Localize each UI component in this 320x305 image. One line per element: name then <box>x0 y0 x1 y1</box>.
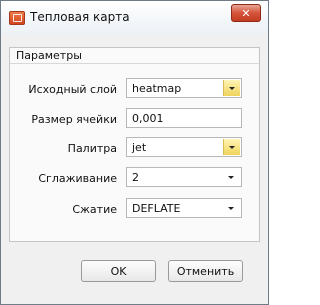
compression-value: DEFLATE <box>132 202 181 215</box>
source-layer-value: heatmap <box>132 82 182 95</box>
chevron-down-icon[interactable] <box>223 169 239 185</box>
parameters-group: Параметры Исходный слой heatmap Размер я… <box>9 47 260 242</box>
close-icon: ✕ <box>241 6 251 20</box>
compression-label: Сжатие <box>72 203 117 216</box>
cell-size-field[interactable] <box>127 109 241 127</box>
map-icon <box>9 11 25 25</box>
chevron-down-icon[interactable] <box>223 80 240 96</box>
source-layer-label: Исходный слой <box>28 83 117 96</box>
compression-combo[interactable]: DEFLATE <box>126 198 242 218</box>
source-layer-combo[interactable]: heatmap <box>126 78 242 98</box>
close-button[interactable]: ✕ <box>231 4 261 22</box>
title-bar: Тепловая карта ✕ <box>1 1 268 34</box>
chevron-down-icon[interactable] <box>223 139 240 155</box>
smoothing-label: Сглаживание <box>38 172 117 185</box>
window-title: Тепловая карта <box>30 10 130 24</box>
smoothing-combo[interactable]: 2 <box>126 167 242 187</box>
cell-size-label: Размер ячейки <box>31 113 117 126</box>
cell-size-input[interactable] <box>126 108 242 128</box>
palette-label: Палитра <box>67 142 117 155</box>
ok-button[interactable]: OK <box>81 260 156 282</box>
group-divider <box>10 63 259 64</box>
palette-value: jet <box>132 141 147 154</box>
heatmap-dialog: Тепловая карта ✕ Параметры Исходный слой… <box>0 0 269 305</box>
group-title: Параметры <box>16 49 82 62</box>
chevron-down-icon[interactable] <box>223 200 239 216</box>
palette-combo[interactable]: jet <box>126 137 242 157</box>
cancel-button[interactable]: Отменить <box>168 260 243 282</box>
smoothing-value: 2 <box>132 171 139 184</box>
